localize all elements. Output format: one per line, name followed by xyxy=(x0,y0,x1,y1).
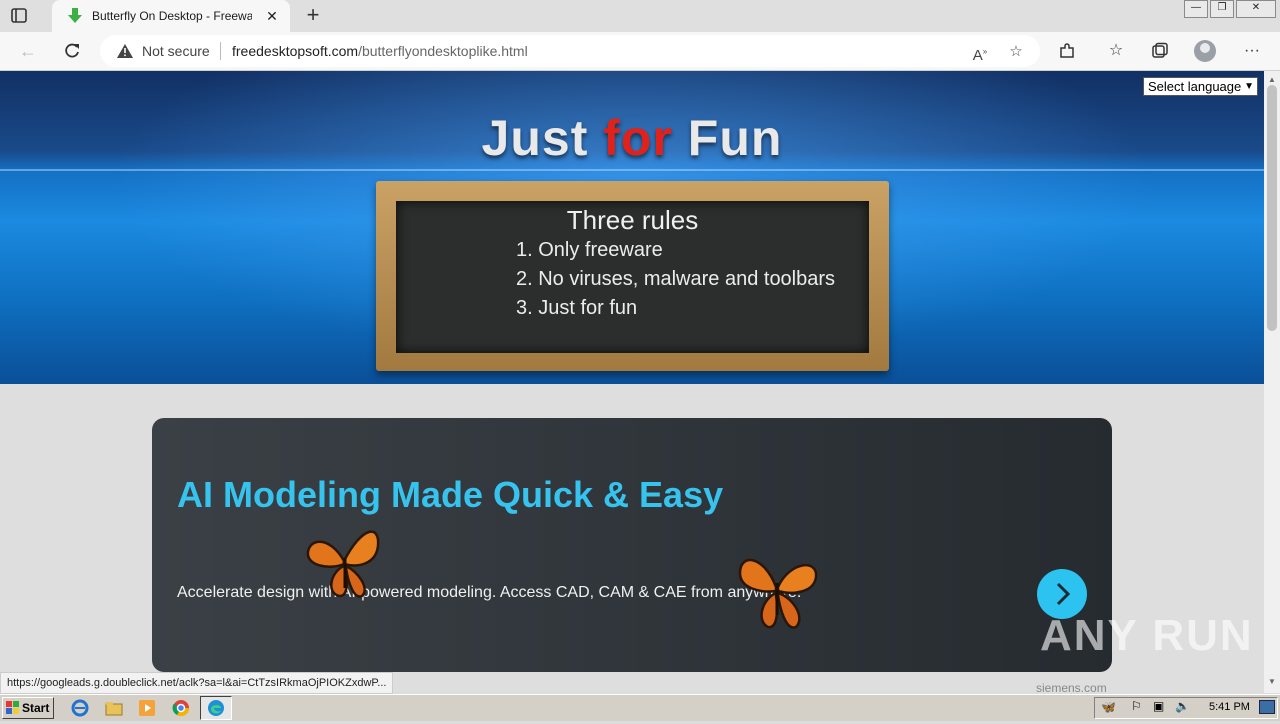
windows-flag-icon xyxy=(6,701,19,714)
volume-tray-icon[interactable]: 🔈 xyxy=(1175,699,1190,713)
ad-sponsor[interactable]: siemens.com xyxy=(1036,681,1107,693)
start-button[interactable]: Start xyxy=(2,697,54,719)
window-restore-button[interactable]: ❐ xyxy=(1210,0,1234,18)
ad-body[interactable]: Accelerate design with AI-powered modeli… xyxy=(177,584,801,602)
status-link-url: https://googleads.g.doubleclick.net/aclk… xyxy=(0,672,394,694)
chalkboard-heading: Three rules xyxy=(566,205,699,235)
start-label: Start xyxy=(22,701,50,715)
security-status[interactable]: Not secure xyxy=(142,43,210,59)
new-tab-button[interactable]: + xyxy=(302,4,324,27)
window-close-button[interactable]: ✕ xyxy=(1236,0,1276,18)
internet-explorer-icon[interactable] xyxy=(70,698,90,718)
tab-title: Butterfly On Desktop - Freeware xyxy=(92,9,252,23)
favorites-icon[interactable]: ☆ xyxy=(1104,39,1128,63)
ad-headline[interactable]: AI Modeling Made Quick & Easy xyxy=(177,474,723,516)
butterfly-icon xyxy=(738,558,818,629)
rule-3: 3. Just for fun xyxy=(516,297,638,319)
page-scrollbar[interactable]: ▲ ▼ xyxy=(1264,71,1280,693)
back-arrow-icon[interactable]: ← xyxy=(16,39,40,63)
extensions-icon[interactable] xyxy=(1055,39,1079,63)
window-minimize-button[interactable]: — xyxy=(1184,0,1208,18)
url-path: /butterflyondesktoplike.html xyxy=(358,43,528,59)
chalkboard-frame: Three rules 1. Only freeware 2. No virus… xyxy=(376,181,889,371)
profile-avatar-icon[interactable] xyxy=(1194,40,1216,62)
address-bar[interactable]: Not secure freedesktopsoft.com/butterfly… xyxy=(100,35,1040,67)
page-viewport: Select language ▼ Just for Fun Three rul… xyxy=(0,71,1264,693)
more-options-icon[interactable]: ··· xyxy=(1240,39,1264,63)
advertisement-banner[interactable]: AI Modeling Made Quick & Easy Accelerate… xyxy=(152,418,1112,672)
tab-actions-icon[interactable] xyxy=(8,6,30,26)
taskbar-clock[interactable]: 5:41 PM xyxy=(1209,701,1250,713)
chevron-down-icon: ▼ xyxy=(1244,81,1254,92)
address-divider xyxy=(220,42,221,60)
butterfly-icon xyxy=(306,530,380,598)
butterfly-tray-icon[interactable]: 🦋 xyxy=(1101,700,1116,714)
chalkboard: Three rules 1. Only freeware 2. No virus… xyxy=(396,201,869,353)
hero-horizon-line xyxy=(0,169,1264,171)
scrollbar-thumb[interactable] xyxy=(1267,85,1277,331)
media-player-icon[interactable] xyxy=(137,698,157,718)
language-select[interactable]: Select language ▼ xyxy=(1143,77,1258,96)
tab-close-icon[interactable]: ✕ xyxy=(264,8,280,24)
tab-bar: Butterfly On Desktop - Freeware ✕ + — ❐ … xyxy=(0,0,1280,32)
system-tray: 🦋 ⚐ ▣ 🔈 5:41 PM xyxy=(1094,697,1278,719)
chrome-icon[interactable] xyxy=(171,698,191,718)
flag-tray-icon[interactable]: ⚐ xyxy=(1131,699,1142,713)
taskbar: Start 🦋 ⚐ ▣ 🔈 5:41 PM xyxy=(0,694,1280,721)
url-text[interactable]: freedesktopsoft.com/butterflyondesktopli… xyxy=(232,43,528,59)
rule-1: 1. Only freeware xyxy=(516,239,663,261)
folder-icon[interactable] xyxy=(104,698,124,718)
refresh-icon[interactable] xyxy=(60,39,84,63)
scroll-up-icon[interactable]: ▲ xyxy=(1268,75,1276,84)
logo-just: Just xyxy=(481,110,604,166)
logo-fun: Fun xyxy=(672,110,783,166)
browser-toolbar: ← Not secure freedesktopsoft.com/butterf… xyxy=(0,32,1280,71)
collections-icon[interactable] xyxy=(1148,39,1172,63)
hero-banner: Select language ▼ Just for Fun Three rul… xyxy=(0,71,1264,384)
add-favorite-icon[interactable]: ☆ xyxy=(1006,42,1026,62)
warning-triangle-icon[interactable] xyxy=(116,43,134,59)
show-desktop-icon[interactable] xyxy=(1259,700,1275,714)
edge-icon xyxy=(208,700,224,716)
anyrun-watermark: ANY RUN xyxy=(1040,611,1254,660)
read-aloud-icon[interactable]: A» xyxy=(970,42,990,64)
network-tray-icon[interactable]: ▣ xyxy=(1153,699,1164,713)
download-arrow-icon xyxy=(66,7,84,25)
logo-for: for xyxy=(603,110,673,166)
rule-2: 2. No viruses, malware and toolbars xyxy=(516,268,836,290)
scroll-down-icon[interactable]: ▼ xyxy=(1268,677,1276,686)
taskbar-edge-button[interactable] xyxy=(200,696,232,720)
site-logo[interactable]: Just for Fun xyxy=(0,109,1264,167)
language-select-value: Select language xyxy=(1148,79,1242,94)
url-domain: freedesktopsoft.com xyxy=(232,43,359,59)
tab-butterfly[interactable]: Butterfly On Desktop - Freeware ✕ xyxy=(52,0,290,32)
